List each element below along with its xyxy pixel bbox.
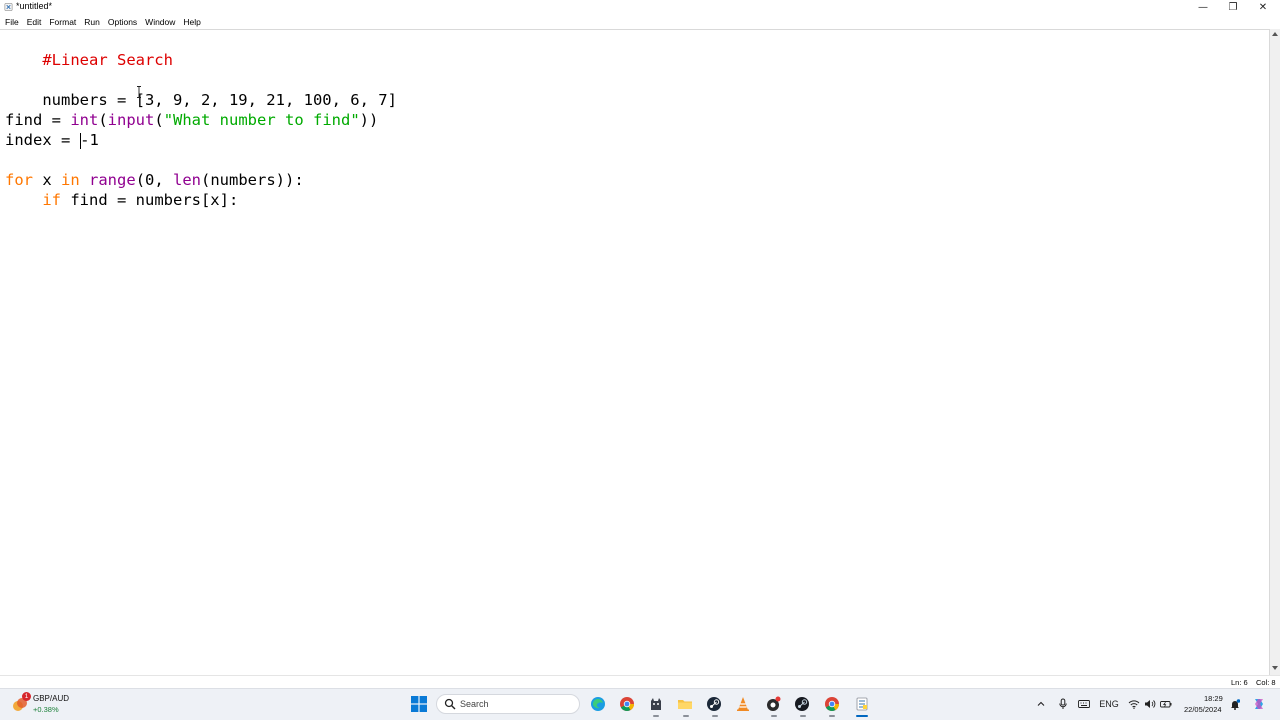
scroll-up-arrow-icon[interactable]	[1272, 32, 1278, 36]
microphone-icon[interactable]	[1055, 694, 1071, 714]
copilot-icon[interactable]	[1250, 694, 1268, 714]
running-indicator	[712, 715, 718, 717]
taskbar-search-box[interactable]	[436, 694, 580, 714]
code-paren: (	[154, 111, 164, 129]
chrome-beta-icon[interactable]	[822, 694, 842, 714]
chrome-icon[interactable]	[617, 694, 637, 714]
code-in-keyword: in	[61, 171, 80, 189]
active-app-indicator	[856, 715, 868, 717]
running-indicator	[771, 715, 777, 717]
code-line-9: if find = numbers[x]:	[5, 190, 238, 210]
code-int-builtin: int	[70, 111, 99, 129]
wifi-icon[interactable]	[1127, 694, 1141, 714]
tray-overflow-chevron-icon[interactable]	[1033, 694, 1049, 714]
taskbar-search-placeholder[interactable]: Search	[460, 699, 489, 709]
steam-icon[interactable]	[704, 694, 724, 714]
code-find-var: find =	[5, 111, 71, 129]
code-index-var: index =	[5, 131, 80, 149]
widget-notification-badge: 1	[22, 692, 31, 701]
ibeam-cursor-icon	[137, 86, 141, 98]
title-bar: *untitled*	[0, 0, 1280, 15]
code-line-6: index = -1	[5, 130, 99, 150]
windows-start-icon[interactable]	[411, 696, 427, 712]
running-indicator	[653, 715, 659, 717]
code-numbers-assignment: numbers = [3, 9, 2, 19, 21, 100, 6, 7]	[42, 91, 397, 109]
status-bar: Ln: 6 Col: 8	[0, 675, 1280, 688]
status-line-number: Ln: 6	[1231, 678, 1248, 687]
code-if-keyword: if	[42, 191, 61, 209]
code-string: "What number to find"	[163, 111, 360, 129]
code-index-value: -1	[80, 131, 99, 149]
search-icon	[444, 698, 456, 710]
minimize-button[interactable]: —	[1188, 0, 1218, 15]
widget-currency-change[interactable]: +0.38%	[33, 705, 59, 714]
code-for-rest: (numbers)):	[201, 171, 304, 189]
code-paren: (	[98, 111, 108, 129]
status-column-number: Col: 8	[1256, 678, 1276, 687]
close-button[interactable]: ✕	[1248, 0, 1278, 15]
scroll-down-arrow-icon[interactable]	[1272, 666, 1278, 670]
menu-help[interactable]: Help	[183, 17, 200, 27]
keyboard-icon[interactable]	[1075, 694, 1093, 714]
steam-alt-icon[interactable]	[792, 694, 812, 714]
volume-icon[interactable]	[1143, 694, 1157, 714]
menu-run[interactable]: Run	[84, 17, 100, 27]
menu-bar: File Edit Format Run Options Window Help	[0, 15, 1280, 29]
clock-date[interactable]: 22/05/2024	[1184, 705, 1222, 714]
python-idle-icon	[4, 3, 13, 11]
notification-bell-icon[interactable]	[1228, 694, 1242, 714]
menu-options[interactable]: Options	[108, 17, 137, 27]
battery-icon[interactable]	[1159, 694, 1173, 714]
menu-edit[interactable]: Edit	[27, 17, 42, 27]
language-indicator[interactable]: ENG	[1097, 694, 1121, 714]
running-indicator	[683, 715, 689, 717]
code-line-5: find = int(input("What number to find"))	[5, 110, 378, 130]
code-range-args: (0,	[135, 171, 174, 189]
code-if-rest: find = numbers[x]:	[61, 191, 239, 209]
code-comment: #Linear Search	[42, 51, 173, 69]
code-line-8: for x in range(0, len(numbers)):	[5, 170, 304, 190]
app-cat-icon[interactable]	[646, 694, 666, 714]
menu-file[interactable]: File	[5, 17, 19, 27]
window-title: *untitled*	[16, 1, 53, 11]
code-paren-close: ))	[359, 111, 379, 129]
widget-currency-pair[interactable]: GBP/AUD	[33, 694, 69, 703]
code-input-builtin: input	[107, 111, 155, 129]
code-len-builtin: len	[173, 171, 202, 189]
vlc-icon[interactable]	[733, 694, 753, 714]
maximize-button[interactable]: ❐	[1218, 0, 1248, 15]
code-editor[interactable]: #Linear Search numbers = [3, 9, 2, 19, 2…	[5, 30, 1265, 670]
app-red-dot-icon[interactable]	[763, 694, 783, 714]
python-idle-taskbar-icon[interactable]	[852, 694, 872, 714]
code-for-keyword: for	[5, 171, 33, 189]
code-line-1: #Linear Search	[5, 30, 173, 69]
file-explorer-icon[interactable]	[675, 694, 695, 714]
code-range-builtin: range	[89, 171, 136, 189]
code-for-var: x	[33, 171, 61, 189]
edge-icon[interactable]	[588, 694, 608, 714]
menu-window[interactable]: Window	[145, 17, 175, 27]
code-line-3: numbers = [3, 9, 2, 19, 21, 100, 6, 7]	[5, 70, 397, 109]
menu-format[interactable]: Format	[49, 17, 76, 27]
clock-time[interactable]: 18:29	[1204, 694, 1223, 703]
vertical-scrollbar[interactable]	[1270, 29, 1280, 675]
running-indicator	[800, 715, 806, 717]
running-indicator	[829, 715, 835, 717]
